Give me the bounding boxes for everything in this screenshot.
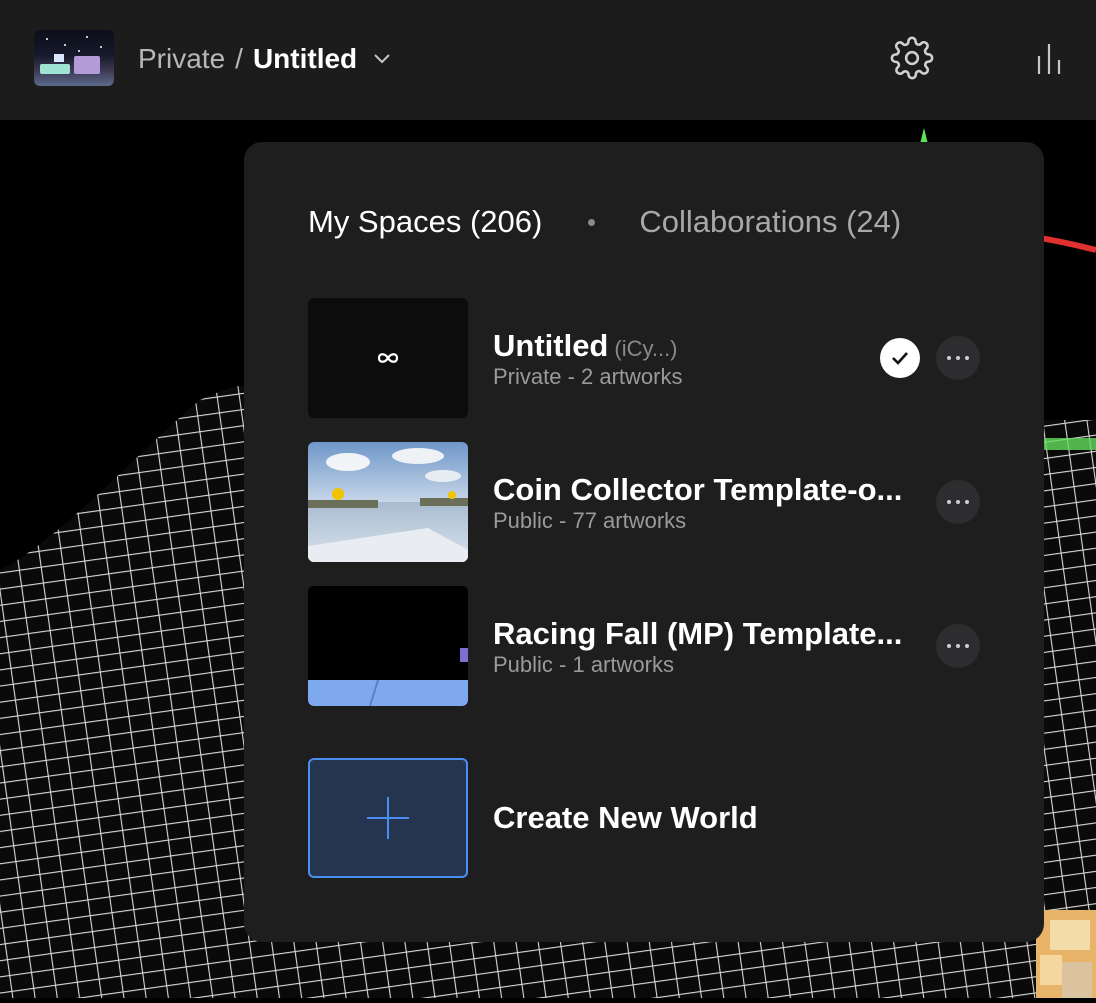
world-meta: Public - 77 artworks (493, 508, 687, 533)
world-thumbnail (308, 298, 468, 418)
more-options-button[interactable] (936, 336, 980, 380)
world-name: Untitled (iCy...) (493, 328, 923, 364)
stats-icon[interactable] (1034, 42, 1064, 76)
breadcrumb[interactable]: Private / Untitled (138, 40, 391, 78)
plus-icon (308, 758, 468, 878)
gear-icon[interactable] (890, 36, 934, 80)
world-meta: Private - 2 artworks (493, 364, 683, 389)
breadcrumb-world-title: Untitled (252, 43, 358, 74)
infinity-icon (308, 298, 468, 418)
breadcrumb-visibility: Private (138, 43, 226, 74)
tab-collaborations[interactable]: Collaborations (24) (639, 204, 901, 240)
building-object[interactable] (1036, 910, 1096, 998)
tab-my-spaces[interactable]: My Spaces (206) (308, 204, 542, 240)
world-meta: Public - 1 artworks (493, 652, 674, 677)
world-thumbnail (308, 442, 468, 562)
world-thumbnail[interactable] (34, 30, 114, 86)
tab-separator-dot (588, 218, 596, 226)
selected-check-icon (880, 338, 920, 378)
world-thumbnail (308, 586, 468, 706)
top-bar: Private / Untitled (0, 0, 1096, 120)
world-list-item[interactable]: Racing Fall (MP) Template... Public - 1 … (308, 586, 980, 706)
chevron-down-icon[interactable] (373, 50, 391, 68)
breadcrumb-separator: / (235, 43, 243, 74)
world-name: Racing Fall (MP) Template... (493, 616, 903, 651)
create-new-world-label: Create New World (493, 800, 758, 835)
create-new-world-button[interactable]: Create New World (308, 758, 980, 878)
world-list-item[interactable]: Untitled (iCy...) Private - 2 artworks (308, 298, 980, 418)
world-name: Coin Collector Template-o... (493, 472, 903, 507)
more-options-button[interactable] (936, 480, 980, 524)
world-switcher-dropdown: My Spaces (206) Collaborations (24) Unti… (244, 142, 1044, 942)
world-list-item[interactable]: Coin Collector Template-o... Public - 77… (308, 442, 980, 562)
world-title: Untitled (493, 328, 609, 363)
more-options-button[interactable] (936, 624, 980, 668)
space-tabs: My Spaces (206) Collaborations (24) (308, 204, 901, 240)
world-owner: (iCy...) (614, 336, 678, 361)
